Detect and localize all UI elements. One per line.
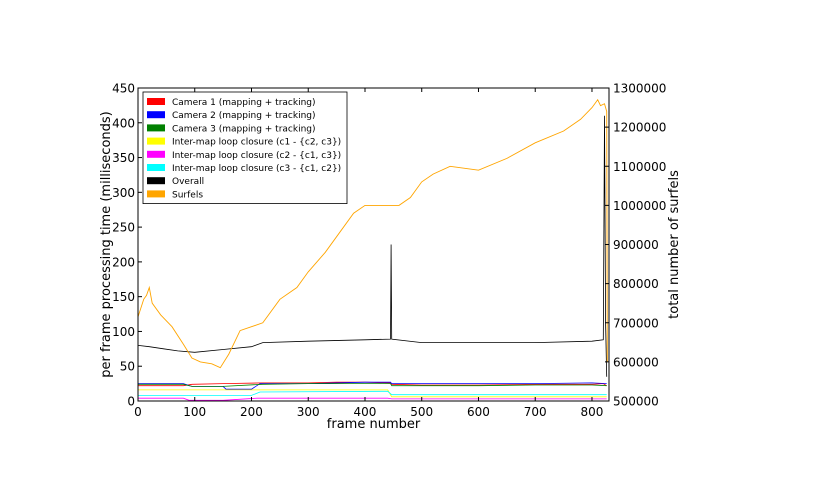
legend-swatch (147, 124, 165, 132)
legend-swatch (147, 150, 165, 158)
legend-swatch (147, 164, 165, 171)
y2-tick-label: 800000 (613, 277, 659, 291)
y-tick-label: 300 (112, 186, 135, 200)
y2-axis-label: total number of surfels (667, 170, 682, 319)
y-tick-label: 400 (112, 116, 135, 130)
x-tick-label: 100 (183, 405, 206, 419)
x-axis-label: frame number (327, 417, 421, 432)
legend-label: Overall (172, 177, 204, 187)
series-line-inter-map-loop-closure-c3-c1-c2 (138, 390, 607, 396)
chart-root: 0 100 200 300 400 500 600 700 800 0 50 100 150 200 250… (0, 0, 830, 490)
y-tick-label: 200 (112, 255, 135, 269)
y2-tick-label: 1000000 (613, 199, 666, 213)
x-tick-label: 800 (581, 405, 604, 419)
series-line-inter-map-loop-closure-c2-c1-c3 (138, 397, 607, 401)
y2-tick-label: 1300000 (613, 82, 666, 96)
legend-label: Camera 3 (mapping + tracking) (172, 124, 316, 134)
x-tick-label: 200 (240, 405, 263, 419)
legend: Camera 1 (mapping + tracking) Camera 2 (m… (142, 91, 348, 204)
y2-tick-label: 900000 (613, 238, 659, 252)
y-tick-label: 0 (127, 395, 135, 409)
y2-tick-label: 1100000 (613, 160, 666, 174)
chart-svg: 0 100 200 300 400 500 600 700 800050100150200250… (99, 82, 682, 433)
y2-tick-label: 500000 (613, 395, 659, 409)
y2-tick-label: 600000 (613, 355, 659, 369)
y2-tick-label: 700000 (613, 316, 659, 330)
legend-label: Surfels (172, 190, 203, 200)
x-tick-label: 700 (524, 405, 547, 419)
legend-label: Camera 1 (mapping + tracking) (172, 98, 316, 108)
y-tick-label: 250 (112, 221, 135, 235)
legend-swatch (147, 111, 165, 119)
y-tick-label: 50 (120, 360, 135, 374)
y-axis-label: per frame processing time (milliseconds) (99, 111, 114, 378)
x-tick-label: 0 (134, 405, 142, 419)
legend-label: Inter-map loop closure (c2 - {c1, c3}) (172, 151, 341, 161)
legend-label: Camera 2 (mapping + tracking) (172, 111, 316, 121)
x-tick-label: 300 (297, 405, 320, 419)
legend-label: Inter-map loop closure (c3 - {c1, c2}) (172, 164, 341, 174)
legend-swatch (147, 137, 165, 145)
legend-swatch (147, 190, 165, 198)
legend-label: Inter-map loop closure (c1 - {c2, c3}) (172, 138, 341, 148)
x-tick-label: 600 (467, 405, 490, 419)
legend-swatch (147, 177, 165, 185)
y-tick-label: 100 (112, 325, 135, 339)
y-tick-label: 350 (112, 151, 135, 165)
legend-swatch (147, 98, 165, 105)
y2-tick-label: 1200000 (613, 121, 666, 135)
y-tick-label: 450 (112, 82, 135, 96)
y-tick-label: 150 (112, 290, 135, 304)
